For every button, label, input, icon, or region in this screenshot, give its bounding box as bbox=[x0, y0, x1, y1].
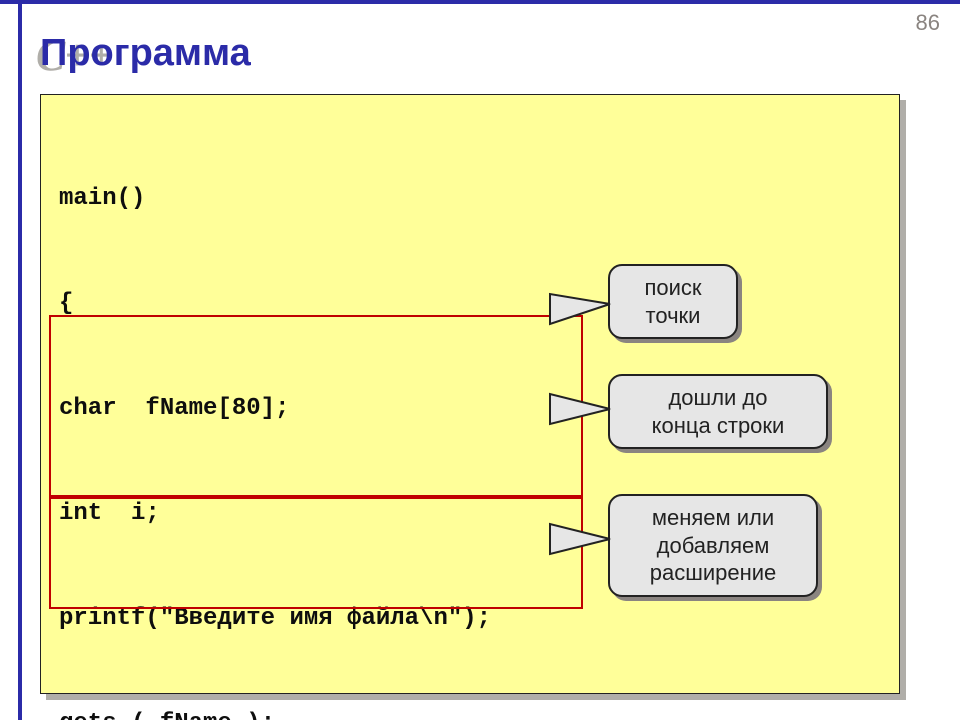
callout-line: добавляем bbox=[657, 533, 770, 558]
slide-title: Программа bbox=[40, 32, 251, 75]
callout-change-extension: меняем или добавляем расширение bbox=[608, 494, 818, 597]
side-accent-line bbox=[18, 4, 22, 720]
slide: 86 C++ Программа main() { char fName[80]… bbox=[0, 0, 960, 720]
callout-line: поиск bbox=[644, 275, 701, 300]
page-number: 86 bbox=[916, 10, 940, 36]
callout-line: расширение bbox=[650, 560, 777, 585]
callout-end-of-string: дошли до конца строки bbox=[608, 374, 828, 449]
callout-line: меняем или bbox=[652, 505, 774, 530]
callout-search-dot: поиск точки bbox=[608, 264, 738, 339]
code-line: gets ( fName ); bbox=[59, 706, 881, 720]
callout-line: дошли до bbox=[668, 385, 767, 410]
callout-line: конца строки bbox=[652, 413, 785, 438]
code-line: main() bbox=[59, 181, 881, 216]
code-line: { bbox=[59, 286, 881, 321]
callout-line: точки bbox=[646, 303, 701, 328]
code-line: printf("Введите имя файла\n"); bbox=[59, 601, 881, 636]
